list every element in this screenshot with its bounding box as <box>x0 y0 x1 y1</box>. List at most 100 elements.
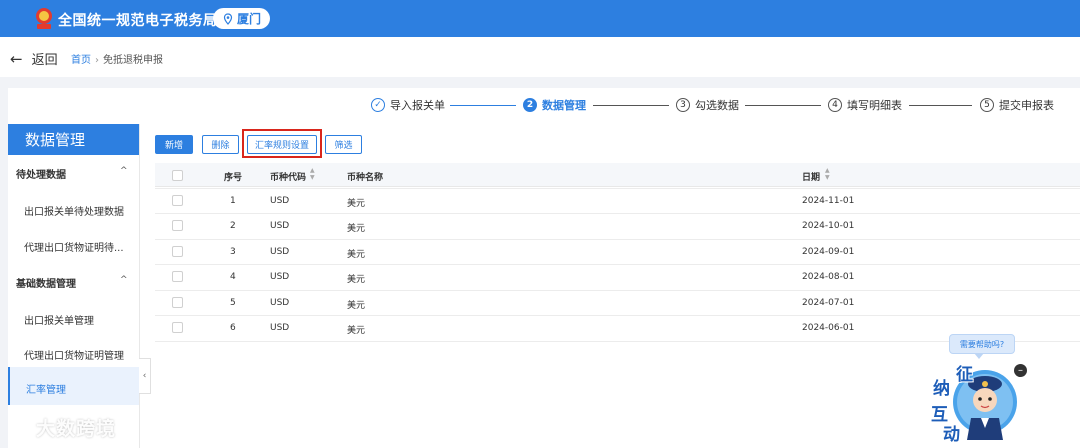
cell-date: 2024-06-01 <box>802 323 855 333</box>
cell-index: 3 <box>230 247 236 257</box>
site-title: 全国统一规范电子税务局 <box>58 13 218 29</box>
cell-date: 2024-10-01 <box>802 221 855 231</box>
add-button[interactable]: 新增 <box>155 135 193 154</box>
step-select-data[interactable]: 3 勾选数据 <box>676 97 739 113</box>
minimize-icon[interactable]: – <box>1014 364 1027 377</box>
step-number: 4 <box>828 98 842 112</box>
step-connector <box>909 105 972 106</box>
step-submit[interactable]: 5 提交申报表 <box>980 97 1054 113</box>
sort-icon[interactable]: ▲ ▼ <box>310 167 315 181</box>
sidebar-item-export-declaration-pending[interactable]: 出口报关单待处理数据 <box>24 203 124 218</box>
sidebar-collapse-toggle[interactable]: ‹ <box>139 358 151 394</box>
chevron-up-icon[interactable]: ^ <box>120 166 128 176</box>
chevron-left-icon: ‹ <box>142 371 147 381</box>
assistant-widget[interactable]: 征 纳 互 动 <box>925 360 1025 448</box>
sidebar-group-pending[interactable]: 待处理数据 <box>16 166 66 181</box>
row-divider <box>155 341 1080 342</box>
column-header-index: 序号 <box>224 173 243 183</box>
step-label: 填写明细表 <box>847 99 902 112</box>
step-connector <box>745 105 821 106</box>
region-label: 厦门 <box>236 12 261 26</box>
row-checkbox[interactable] <box>172 220 183 231</box>
column-header-date[interactable]: 日期 <box>802 170 820 183</box>
location-pin-icon <box>223 12 233 25</box>
check-icon: ✓ <box>371 98 385 112</box>
column-header-currency-code[interactable]: 币种代码 <box>270 170 306 183</box>
cell-currency-code: USD <box>270 272 290 282</box>
breadcrumb-current: 免抵退税申报 <box>103 55 163 66</box>
sidebar-item-agency-cert-pending[interactable]: 代理出口货物证明待... <box>24 239 124 254</box>
top-header: 全国统一规范电子税务局 厦门 <box>0 0 1080 37</box>
row-divider <box>155 290 1080 291</box>
row-checkbox[interactable] <box>172 246 183 257</box>
cell-index: 1 <box>230 196 236 206</box>
select-all-checkbox[interactable] <box>172 170 183 181</box>
chevron-up-icon[interactable]: ^ <box>120 275 128 285</box>
sidebar-item-agency-cert-management[interactable]: 代理出口货物证明管理 <box>24 347 124 362</box>
row-checkbox[interactable] <box>172 297 183 308</box>
sidebar-divider <box>139 124 140 448</box>
delete-button[interactable]: 删除 <box>202 135 239 154</box>
watermark-logo-icon <box>9 417 29 438</box>
row-divider <box>155 315 1080 316</box>
breadcrumb-home[interactable]: 首页 <box>71 55 91 66</box>
assistant-char: 动 <box>943 425 960 445</box>
step-label: 数据管理 <box>542 99 586 112</box>
sidebar-item-exchange-rate[interactable]: 汇率管理 <box>26 381 66 396</box>
bubble-tail <box>974 353 984 359</box>
sidebar-item-export-declaration-management[interactable]: 出口报关单管理 <box>24 312 94 327</box>
step-import[interactable]: ✓ 导入报关单 <box>371 97 445 113</box>
watermark-text: 大数跨境 <box>36 418 117 440</box>
cell-currency-name: 美元 <box>347 224 366 234</box>
arrow-left-icon: ← <box>10 49 23 68</box>
row-divider <box>155 239 1080 240</box>
cell-currency-code: USD <box>270 298 290 308</box>
row-divider <box>155 188 1080 189</box>
step-label: 勾选数据 <box>695 99 739 112</box>
step-connector <box>593 105 669 106</box>
cell-index: 4 <box>230 272 236 282</box>
sidebar-group-basic[interactable]: 基础数据管理 <box>16 275 76 290</box>
step-number: 5 <box>980 98 994 112</box>
tax-emblem-icon <box>36 8 52 29</box>
row-divider <box>155 264 1080 265</box>
step-fill-details[interactable]: 4 填写明细表 <box>828 97 902 113</box>
cell-date: 2024-08-01 <box>802 272 855 282</box>
cell-currency-code: USD <box>270 247 290 257</box>
step-label: 导入报关单 <box>390 99 445 112</box>
sort-icon[interactable]: ▲ ▼ <box>825 167 830 181</box>
cell-index: 6 <box>230 323 236 333</box>
cell-currency-name: 美元 <box>347 301 366 311</box>
cell-index: 5 <box>230 298 236 308</box>
step-number: 3 <box>676 98 690 112</box>
filter-button[interactable]: 筛选 <box>325 135 362 154</box>
cell-index: 2 <box>230 221 236 231</box>
row-checkbox[interactable] <box>172 271 183 282</box>
row-checkbox[interactable] <box>172 322 183 333</box>
cell-currency-code: USD <box>270 323 290 333</box>
sidebar-title: 数据管理 <box>8 124 139 155</box>
cell-currency-code: USD <box>270 221 290 231</box>
rate-rule-settings-button[interactable]: 汇率规则设置 <box>247 135 317 154</box>
breadcrumb-bar: ← 返回 首页 › 免抵退税申报 <box>0 37 1080 77</box>
breadcrumb-separator: › <box>95 55 99 66</box>
cell-date: 2024-07-01 <box>802 298 855 308</box>
region-selector[interactable]: 厦门 <box>213 8 270 29</box>
step-data-management[interactable]: 2 数据管理 <box>523 97 586 113</box>
cell-currency-name: 美元 <box>347 199 366 209</box>
back-label: 返回 <box>31 53 58 68</box>
back-button[interactable]: ← 返回 <box>10 49 58 69</box>
assistant-char: 征 <box>956 365 973 385</box>
watermark: 大数跨境 <box>8 414 116 441</box>
cell-currency-name: 美元 <box>347 326 366 336</box>
step-connector <box>450 105 516 106</box>
row-checkbox[interactable] <box>172 195 183 206</box>
cell-currency-name: 美元 <box>347 250 366 260</box>
cell-currency-code: USD <box>270 196 290 206</box>
step-number: 2 <box>523 98 537 112</box>
cell-date: 2024-09-01 <box>802 247 855 257</box>
breadcrumb: 首页 › 免抵退税申报 <box>71 51 163 66</box>
cell-currency-name: 美元 <box>347 275 366 285</box>
help-bubble[interactable]: 需要帮助吗? <box>949 334 1015 354</box>
assistant-char: 纳 <box>933 379 950 399</box>
